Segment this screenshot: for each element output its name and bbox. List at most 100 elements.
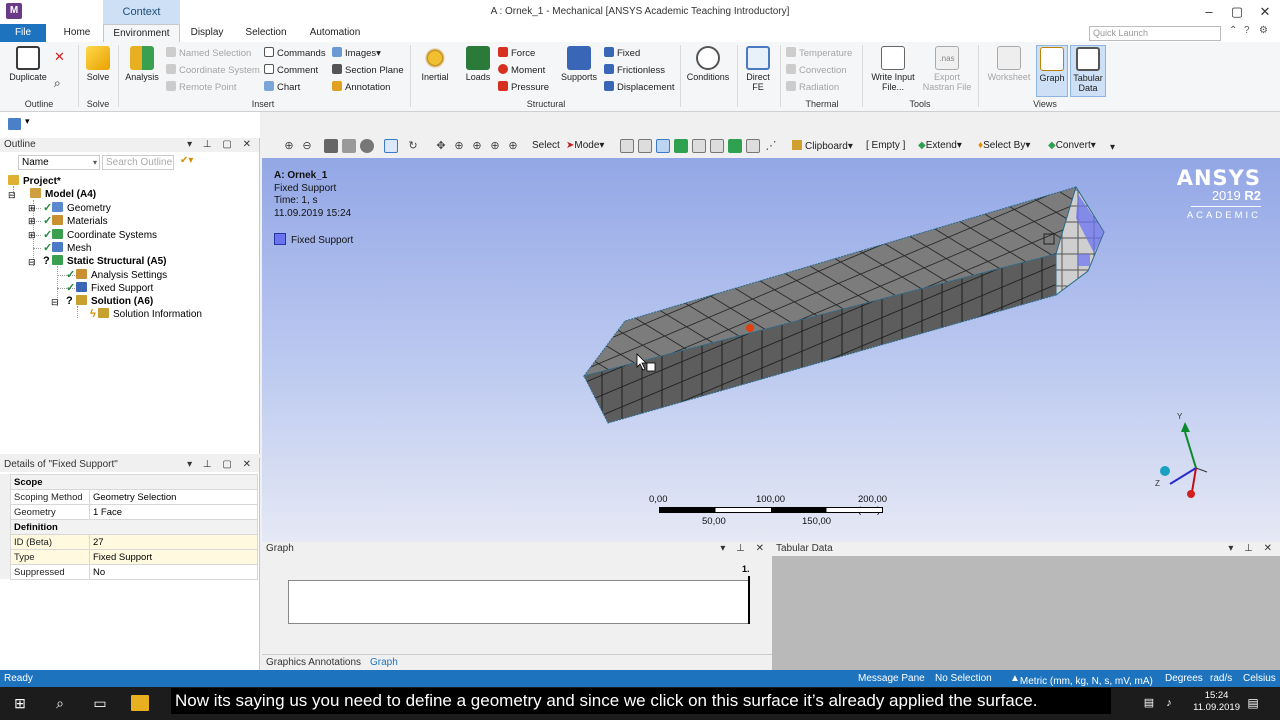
commands-button[interactable]: Commands <box>264 47 326 61</box>
collapse-solution-icon[interactable]: ⊟ <box>51 297 59 308</box>
loads-button[interactable]: Loads <box>460 46 496 82</box>
export-nastran-button[interactable]: .nas Export Nastran File <box>922 46 972 92</box>
details-row[interactable]: Geometry 1 Face <box>10 504 258 520</box>
fixed-support-button[interactable]: Fixed <box>604 47 640 61</box>
select-vertex-icon[interactable] <box>620 139 634 153</box>
details-section-definition[interactable]: Definition <box>10 519 258 535</box>
box-zoom-icon[interactable]: ⊕ <box>470 139 484 153</box>
collapse-ribbon-icon[interactable]: ⌃ <box>1229 25 1237 36</box>
temperature-button[interactable]: Temperature <box>786 47 852 61</box>
section-plane-button[interactable]: Section Plane <box>332 64 404 78</box>
analysis-button[interactable]: Analysis <box>122 46 162 82</box>
volume-icon[interactable]: ♪ <box>1160 695 1178 711</box>
close-button[interactable]: ✕ <box>1252 2 1278 22</box>
notifications-icon[interactable]: ▤ <box>1244 695 1262 711</box>
supports-button[interactable]: Supports <box>556 46 602 82</box>
tree-static-structural[interactable]: Static Structural (A5) <box>52 255 166 268</box>
annotation-button[interactable]: Annotation <box>332 81 390 95</box>
show-vertices-icon[interactable] <box>360 139 374 153</box>
tree-model[interactable]: Model (A4) <box>30 188 96 201</box>
graph-button[interactable]: Graph <box>1036 45 1068 97</box>
comment-button[interactable]: Comment <box>264 64 318 78</box>
force-button[interactable]: Force <box>498 47 535 61</box>
file-explorer-icon[interactable] <box>131 695 149 711</box>
message-pane-button[interactable]: Message Pane <box>858 673 925 684</box>
filter-options-icon[interactable]: ✔▾ <box>180 155 193 166</box>
magnifier-icon[interactable]: ⊕ <box>506 139 520 153</box>
tree-geometry[interactable]: Geometry <box>52 202 111 215</box>
axis-triad[interactable] <box>1152 410 1232 520</box>
coordinate-system-button[interactable]: Coordinate System <box>166 64 260 78</box>
collapse-static-structural-icon[interactable]: ⊟ <box>28 257 36 268</box>
units-button[interactable]: ▲ Metric (mm, kg, N, s, mV, mA) <box>1010 673 1153 687</box>
radiation-button[interactable]: Radiation <box>786 81 839 95</box>
direct-fe-button[interactable]: Direct FE <box>740 46 776 92</box>
select-button[interactable]: Select <box>532 140 560 151</box>
tab-graphics-annotations[interactable]: Graphics Annotations <box>266 657 361 668</box>
inertial-button[interactable]: Inertial <box>414 46 456 82</box>
wireframe-icon[interactable] <box>342 139 356 153</box>
clipboard-button[interactable]: Clipboard▾ <box>792 140 853 152</box>
pan-icon[interactable]: ✥ <box>434 139 448 153</box>
clock[interactable]: 15:24 11.09.2019 <box>1193 690 1240 714</box>
images-button[interactable]: Images▾ <box>332 47 381 61</box>
save-icon[interactable] <box>8 118 21 130</box>
minimize-button[interactable]: – <box>1196 2 1222 22</box>
toolbar-overflow-icon[interactable]: ▾ <box>1110 142 1115 153</box>
tree-solution-information[interactable]: Solution Information <box>98 308 202 321</box>
select-face-icon[interactable] <box>656 139 670 153</box>
graph-plot-area[interactable] <box>288 580 750 624</box>
duplicate-button[interactable]: Duplicate <box>6 46 50 82</box>
expand-coordinate-systems-icon[interactable]: ⊞ <box>28 230 36 241</box>
search-icon[interactable]: ⌕ <box>51 695 69 711</box>
select-node-icon[interactable] <box>692 139 706 153</box>
details-value[interactable]: No <box>89 564 258 580</box>
help-icon[interactable]: ? <box>1244 25 1250 36</box>
remote-point-button[interactable]: Remote Point <box>166 81 237 95</box>
worksheet-button[interactable]: Worksheet <box>984 46 1034 82</box>
mode-button[interactable]: ➤Mode▾ <box>566 140 604 151</box>
tree-mesh[interactable]: Mesh <box>52 242 91 255</box>
tree-solution[interactable]: Solution (A6) <box>76 295 153 308</box>
details-row[interactable]: ID (Beta) 27 <box>10 534 258 550</box>
graphics-viewport[interactable]: A: Ornek_1 Fixed Support Time: 1, s 11.0… <box>262 158 1280 542</box>
tree-analysis-settings[interactable]: Analysis Settings <box>76 269 167 282</box>
tab-environment[interactable]: Environment <box>103 24 180 42</box>
expand-materials-icon[interactable]: ⊞ <box>28 216 36 227</box>
temperature-units[interactable]: Celsius <box>1243 673 1276 684</box>
tabular-panel-controls[interactable]: ▾ ⊥ ✕ <box>1228 542 1276 556</box>
tree-project[interactable]: Project* <box>8 175 61 188</box>
zoom-icon[interactable]: ⊕ <box>452 139 466 153</box>
network-icon[interactable]: ▤ <box>1140 695 1158 711</box>
details-row[interactable]: Type Fixed Support <box>10 549 258 565</box>
select-by-button[interactable]: ♦Select By▾ <box>978 140 1030 151</box>
displacement-button[interactable]: Displacement <box>604 81 675 95</box>
snap-icon[interactable]: ⋰ <box>764 139 778 153</box>
frictionless-button[interactable]: Frictionless <box>604 64 665 78</box>
tree-coordinate-systems[interactable]: Coordinate Systems <box>52 229 157 242</box>
task-view-icon[interactable]: ▭ <box>91 695 109 711</box>
select-element-face-icon[interactable] <box>710 139 724 153</box>
select-mesh-icon[interactable] <box>746 139 760 153</box>
extend-button[interactable]: ◆Extend▾ <box>918 140 962 151</box>
conditions-button[interactable]: Conditions <box>683 46 733 82</box>
details-section-scope[interactable]: Scope <box>10 474 258 490</box>
tab-home[interactable]: Home <box>56 24 98 42</box>
box-view-icon[interactable] <box>324 139 338 153</box>
zoom-in-icon[interactable]: ⊕ <box>282 139 296 153</box>
find-icon[interactable]: ⌕ <box>54 76 61 90</box>
tab-display[interactable]: Display <box>186 24 228 42</box>
select-edge-icon[interactable] <box>638 139 652 153</box>
chart-button[interactable]: Chart <box>264 81 300 95</box>
settings-icon[interactable]: ⚙ <box>1259 25 1268 36</box>
select-body-icon[interactable] <box>674 139 688 153</box>
graph-panel-controls[interactable]: ▾ ⊥ ✕ <box>720 542 768 556</box>
details-value[interactable]: Geometry Selection <box>89 489 258 505</box>
zoom-fit-icon[interactable]: ⊕ <box>488 139 502 153</box>
tab-file[interactable]: File <box>0 24 46 42</box>
angle-units[interactable]: Degrees <box>1165 673 1203 684</box>
maximize-button[interactable]: ▢ <box>1224 2 1250 22</box>
details-row[interactable]: Scoping Method Geometry Selection <box>10 489 258 505</box>
details-panel-controls[interactable]: ▾ ⊥ ▢ ✕ <box>187 458 255 472</box>
tab-graph[interactable]: Graph <box>370 657 398 668</box>
